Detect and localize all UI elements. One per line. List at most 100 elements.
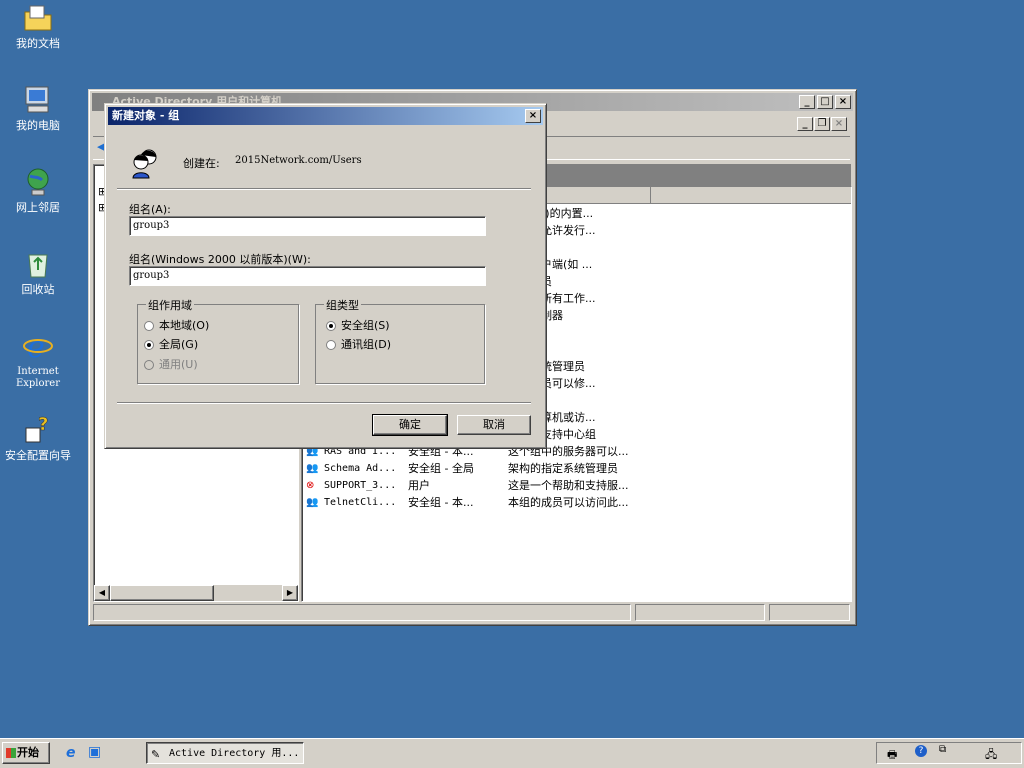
group-name-label: 组名(A):: [129, 203, 171, 216]
scroll-right-button[interactable]: ▶: [282, 585, 298, 601]
created-in-label: 创建在:: [183, 157, 220, 170]
svg-text:e: e: [27, 330, 45, 362]
radio-indicator: [144, 340, 154, 350]
tray-help-icon[interactable]: ?: [915, 745, 927, 757]
list-cell-name: SUPPORT_3...: [324, 480, 397, 491]
mdi-minimize-button[interactable]: _: [797, 117, 813, 131]
dialog-titlebar[interactable]: 新建对象 - 组 ×: [108, 107, 543, 125]
cancel-button[interactable]: 取消: [457, 415, 531, 435]
scroll-left-button[interactable]: ◀: [94, 585, 110, 601]
new-group-dialog: 新建对象 - 组 × 创建在: 2015Network.com/Users 组名…: [104, 103, 547, 449]
mdi-restore-button[interactable]: ❐: [814, 117, 830, 131]
list-cell-description: 指定系统管理员: [508, 358, 848, 375]
list-cell-type: 用户: [408, 479, 430, 492]
group-scope-box: 组作用域 本地域(O) 全局(G) 通用(U): [137, 297, 299, 384]
desktop-icon-label: Internet Explorer: [15, 366, 61, 389]
desktop-icon-recycle-bin[interactable]: 回收站: [0, 248, 76, 296]
group-name-input[interactable]: group3: [129, 216, 486, 236]
radio-indicator: [144, 321, 154, 331]
group-icon: 👥: [306, 497, 319, 508]
scope-option-label: 通用(U): [159, 358, 198, 371]
ok-button[interactable]: 确定: [372, 414, 448, 436]
list-cell-description: 有域控制器: [508, 307, 848, 324]
list-cell-description: 这是一个帮助和支持服...: [508, 479, 629, 492]
tray-network-icon[interactable]: 🖧: [985, 746, 997, 765]
scope-option-label: 本地域(O): [159, 319, 210, 332]
status-pane-1: [93, 604, 631, 621]
start-label: 开始: [17, 746, 39, 759]
desktop-icon-my-computer[interactable]: 我的电脑: [0, 84, 76, 132]
list-cell-description: 算机(域)的内置...: [508, 207, 594, 220]
desktop-icon-security-wizard[interactable]: ? 安全配置向导: [0, 414, 76, 462]
close-button[interactable]: ×: [835, 95, 851, 109]
my-computer-icon: [25, 86, 49, 113]
maximize-button[interactable]: □: [817, 95, 833, 109]
group-icon: [132, 149, 157, 179]
dialog-close-button[interactable]: ×: [525, 109, 541, 123]
desktop-icon-label: 我的文档: [16, 37, 60, 50]
security-wizard-icon: ?: [25, 414, 49, 443]
list-cell-description: 架构的指定系统管理员: [508, 462, 618, 475]
desktop-icon-label: 安全配置向导: [5, 449, 71, 462]
radio-indicator: [326, 321, 336, 331]
windows-logo-icon: [6, 748, 16, 758]
status-pane-3: [769, 604, 850, 621]
internet-explorer-icon: e: [23, 330, 53, 362]
list-item[interactable]: 👥 Schema Ad... 安全组 - 全局 架构的指定系统管理员: [304, 460, 849, 477]
desktop-icon-my-documents[interactable]: 我的文档: [0, 2, 76, 50]
list-cell-description: 帮助和支持中心组: [508, 428, 596, 441]
dialog-title: 新建对象 - 组: [112, 109, 180, 122]
list-cell-description: 本组的成员可以访问此...: [508, 496, 629, 509]
tray-window-icon[interactable]: ⧉: [939, 744, 946, 755]
scope-option-label: 全局(G): [159, 338, 199, 351]
list-cell-description: 中的成员可以修...: [508, 377, 596, 390]
desktop-icon-network[interactable]: 网上邻居: [0, 166, 76, 214]
created-in-path: 2015Network.com/Users: [235, 155, 362, 166]
list-cell-name: TelnetCli...: [324, 497, 397, 508]
scope-radio-universal[interactable]: 通用(U): [144, 358, 198, 372]
system-tray: 🖶 ? ⧉ 🖧: [876, 742, 1022, 764]
status-bar: [93, 604, 850, 621]
list-cell-description: 成员被允许发行...: [508, 224, 596, 237]
taskbar-task-ad[interactable]: ✎ Active Directory 用...: [146, 742, 304, 764]
desktop-icon-label: 回收站: [21, 283, 55, 296]
list-item[interactable]: ⊗ SUPPORT_3... 用户 这是一个帮助和支持服...: [304, 477, 849, 494]
scope-radio-domain-local[interactable]: 本地域(O): [144, 319, 209, 333]
group-name-pre2000-label: 组名(Windows 2000 以前版本)(W):: [129, 253, 311, 266]
radio-indicator: [326, 340, 336, 350]
desktop-icon-label: 网上邻居: [16, 201, 60, 214]
scroll-thumb[interactable]: [110, 585, 214, 601]
type-radio-security[interactable]: 安全组(S): [326, 319, 390, 333]
list-cell-name: Schema Ad...: [324, 463, 397, 474]
mdi-close-button[interactable]: ×: [831, 117, 847, 131]
tree-hscrollbar[interactable]: ◀ ▶: [94, 585, 298, 601]
column-divider[interactable]: [650, 187, 651, 203]
list-cell-type: 安全组 - 本...: [408, 496, 474, 509]
separator: [117, 402, 531, 404]
pane-header: [544, 164, 851, 186]
quicklaunch-ie-icon[interactable]: e: [66, 745, 76, 761]
list-cell-description: 其他客户端(如 ...: [508, 258, 593, 271]
minimize-button[interactable]: _: [799, 95, 815, 109]
ad-app-icon: ✎: [151, 748, 161, 761]
radio-indicator: [144, 360, 154, 370]
separator: [117, 188, 531, 190]
quicklaunch-desktop-icon[interactable]: ▣: [88, 744, 101, 760]
list-cell-description: 访问计算机或访...: [508, 411, 596, 424]
desktop-icon-ie[interactable]: e Internet Explorer: [0, 330, 76, 390]
type-radio-distribution[interactable]: 通讯组(D): [326, 338, 391, 352]
group-name-pre2000-input[interactable]: group3: [129, 266, 486, 286]
network-places-icon: [27, 168, 49, 196]
start-button[interactable]: 开始: [2, 742, 50, 764]
type-option-label: 安全组(S): [341, 319, 390, 332]
folder-documents-icon: [24, 5, 52, 31]
tray-printer-icon[interactable]: 🖶: [887, 746, 897, 765]
list-item[interactable]: 👥 TelnetCli... 安全组 - 本... 本组的成员可以访问此...: [304, 494, 849, 511]
scope-radio-global[interactable]: 全局(G): [144, 338, 198, 352]
group-type-title: 组类型: [324, 297, 361, 313]
list-cell-type: 安全组 - 全局: [408, 462, 474, 475]
group-type-box: 组类型 安全组(S) 通讯组(D): [315, 297, 485, 384]
svg-text:?: ?: [38, 414, 48, 435]
type-option-label: 通讯组(D): [341, 338, 392, 351]
status-pane-2: [635, 604, 765, 621]
